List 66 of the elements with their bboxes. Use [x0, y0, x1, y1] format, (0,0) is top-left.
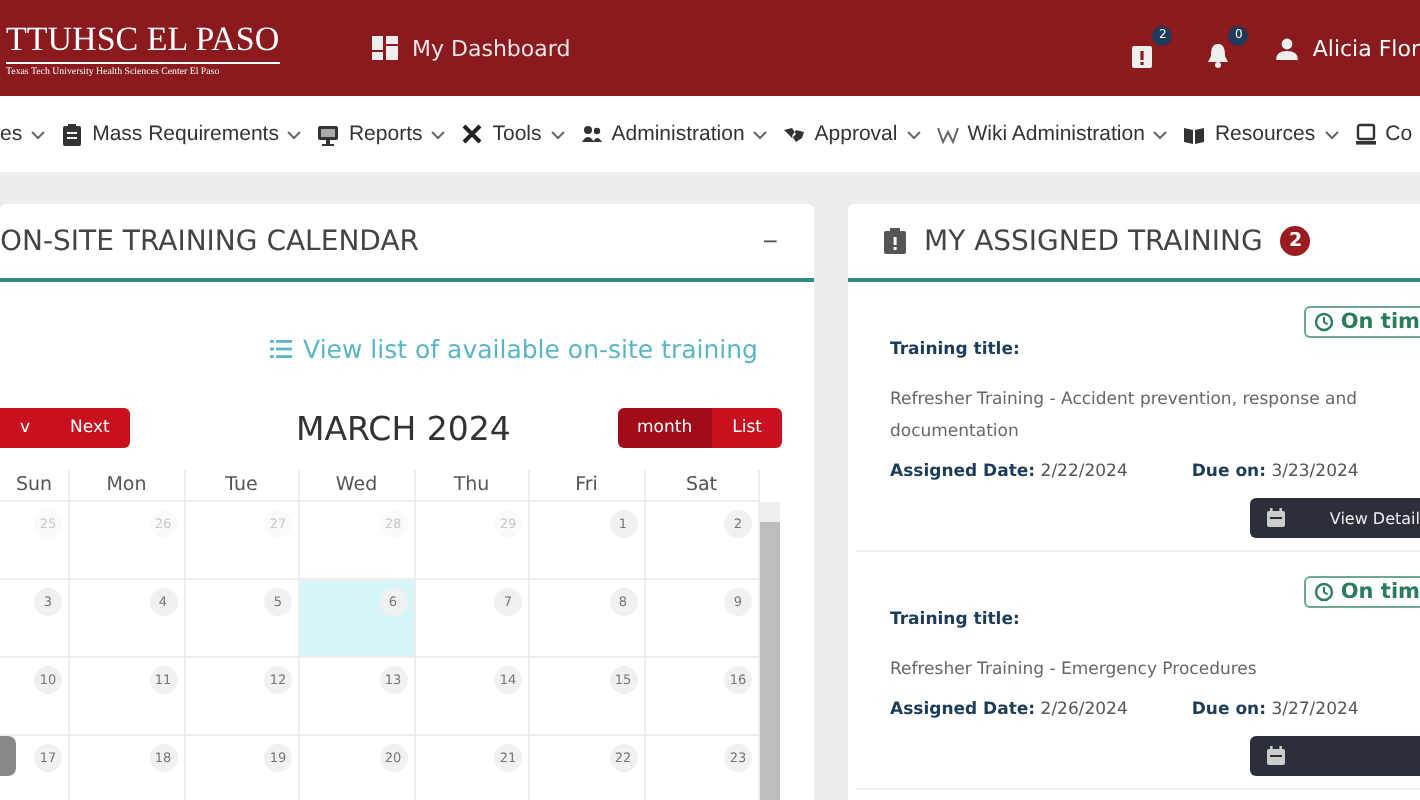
laptop-icon: [1353, 122, 1378, 146]
weekday-header: Thu: [415, 470, 530, 502]
due-date: Due on: 3/23/2024: [1191, 462, 1359, 482]
caret-icon: [30, 127, 47, 141]
nav-menu-item[interactable]: Reports: [316, 122, 447, 146]
month-title: MARCH 2024: [296, 409, 511, 447]
count-badge: 2: [1280, 226, 1311, 256]
weekday-header: Fri: [530, 470, 645, 502]
book-icon: [1182, 122, 1207, 146]
assigned-date: Assigned Date: 2/26/2024: [890, 700, 1128, 720]
nav-menu-item[interactable]: Wiki Administration: [935, 122, 1169, 146]
clock-icon: [1314, 582, 1335, 602]
calendar-icon: [1266, 746, 1286, 766]
caret-icon: [286, 127, 303, 141]
dashboard-icon: [372, 36, 398, 60]
weekday-header: Sun: [0, 470, 70, 502]
users-icon: [579, 122, 604, 146]
dashboard-link[interactable]: My Dashboard: [372, 35, 571, 61]
nav-menu-item[interactable]: Tools: [460, 122, 566, 146]
clock-icon: [1314, 312, 1335, 332]
card-title: ON-SITE TRAINING CALENDAR: [0, 225, 420, 257]
caret-icon: [1152, 127, 1169, 141]
weekday-header: Mon: [70, 470, 185, 502]
calendar-icon: [1265, 508, 1286, 528]
collapse-button[interactable]: −: [754, 226, 786, 256]
training-title: Refresher Training - Accident prevention, response and documentation: [890, 388, 1360, 446]
weekday-header: Tue: [185, 470, 300, 502]
status-badge: On tim: [1304, 306, 1420, 338]
list-icon: [269, 339, 292, 357]
caret-icon: [905, 127, 922, 141]
caret-icon: [549, 127, 566, 141]
caret-icon: [752, 127, 769, 141]
view-tab[interactable]: List: [712, 408, 782, 448]
view-tab[interactable]: month: [617, 408, 713, 448]
notification-bell-icon: [1206, 41, 1231, 67]
user-menu[interactable]: Alicia Flor: [1276, 35, 1420, 61]
prev-button[interactable]: v: [0, 408, 51, 448]
nav-menu-item[interactable]: Administration: [579, 122, 769, 146]
training-title-label: Training title:: [890, 340, 1022, 360]
training-title: Refresher Training - Emergency Procedures: [890, 658, 1259, 684]
caret-icon: [430, 127, 447, 141]
training-title-label: Training title:: [890, 610, 1022, 630]
wiki-icon: [935, 122, 960, 146]
view-details-button[interactable]: [1250, 736, 1420, 776]
monitor-icon: [316, 122, 341, 146]
next-button[interactable]: Next: [50, 408, 130, 448]
nav-menu-item[interactable]: Resources: [1182, 122, 1340, 146]
weekday-header: Sat: [645, 470, 760, 502]
card-title: MY ASSIGNED TRAINING: [924, 225, 1263, 257]
nav-menu-item[interactable]: Mass Requirements: [60, 122, 303, 146]
user-icon: [1276, 37, 1299, 59]
status-badge: On tim: [1304, 576, 1420, 608]
list-link[interactable]: View list of available on-site training: [269, 328, 758, 368]
assigned-date: Assigned Date: 2/22/2024: [890, 462, 1128, 482]
caret-icon: [1323, 127, 1340, 141]
nav-menu-item[interactable]: Approval: [782, 122, 922, 146]
logo-title: TTUHSC EL PASO: [6, 18, 280, 64]
handshake-icon: [782, 122, 807, 146]
due-date: Due on: 3/27/2024: [1191, 700, 1359, 720]
weekday-header: Wed: [300, 470, 415, 502]
nav-menu-item[interactable]: Co: [1353, 122, 1413, 146]
clipboard-icon: [884, 228, 906, 254]
clipboard-icon: [60, 122, 85, 146]
alert-clipboard-icon: [1130, 41, 1155, 67]
nav-menu-item[interactable]: es: [0, 122, 47, 146]
view-details-button[interactable]: View Detail: [1249, 498, 1420, 538]
